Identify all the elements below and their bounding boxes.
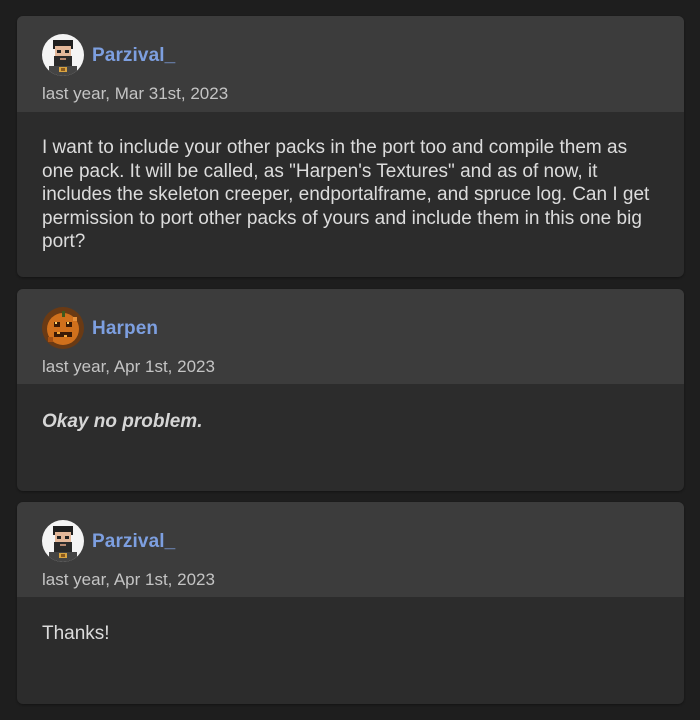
comment-body: Thanks! [17,597,684,646]
comment-text: Okay no problem. [42,411,203,432]
comment-body: Okay no problem. [17,384,684,434]
comment-card: Parzival_ last year, Apr 1st, 2023 Thank… [17,502,684,704]
comment-thread: Parzival_ last year, Mar 31st, 2023 I wa… [0,0,700,720]
comment-header: Parzival_ last year, Mar 31st, 2023 [17,16,684,112]
user-avatar-icon[interactable] [42,34,84,76]
comment-text: Thanks! [42,623,110,644]
comment-text: I want to include your other packs in th… [42,137,650,252]
comment-timestamp: last year, Apr 1st, 2023 [42,570,215,589]
user-avatar-icon[interactable] [42,307,84,349]
author-link[interactable]: Harpen [92,318,158,340]
comment-card: Harpen last year, Apr 1st, 2023 Okay no … [17,289,684,491]
author-link[interactable]: Parzival_ [92,531,175,553]
comment-header: Parzival_ last year, Apr 1st, 2023 [17,502,684,597]
comment-body: I want to include your other packs in th… [17,112,684,254]
comment-header: Harpen last year, Apr 1st, 2023 [17,289,684,384]
author-link[interactable]: Parzival_ [92,45,175,67]
comment-card: Parzival_ last year, Mar 31st, 2023 I wa… [17,16,684,277]
user-avatar-icon[interactable] [42,520,84,562]
comment-timestamp: last year, Mar 31st, 2023 [42,84,229,103]
comment-timestamp: last year, Apr 1st, 2023 [42,357,215,376]
